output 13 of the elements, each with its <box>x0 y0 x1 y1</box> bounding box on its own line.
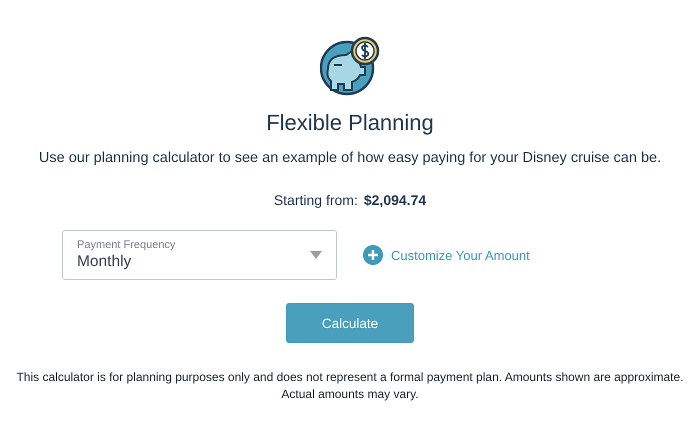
price-amount: $2,094.74 <box>364 192 426 208</box>
dropdown-value: Monthly <box>77 253 132 271</box>
dropdown-label: Payment Frequency <box>77 239 176 251</box>
plus-icon <box>363 245 383 265</box>
disclaimer-text: This calculator is for planning purposes only and does not represent a formal payment plan. Amounts shown are approximate. Actual amounts may vary. <box>15 369 685 403</box>
payment-frequency-dropdown[interactable]: Payment Frequency Monthly <box>62 230 337 280</box>
description-text: Use our planning calculator to see an example of how easy paying for your Disney cruise can be. <box>38 150 662 166</box>
starting-from-label: Starting from: <box>274 192 358 208</box>
calculate-button[interactable]: Calculate <box>286 303 414 343</box>
piggy-bank-icon <box>320 34 380 96</box>
customize-amount-link[interactable]: Customize Your Amount <box>363 245 530 265</box>
caret-icon <box>310 251 322 259</box>
page-title: Flexible Planning <box>266 110 434 136</box>
